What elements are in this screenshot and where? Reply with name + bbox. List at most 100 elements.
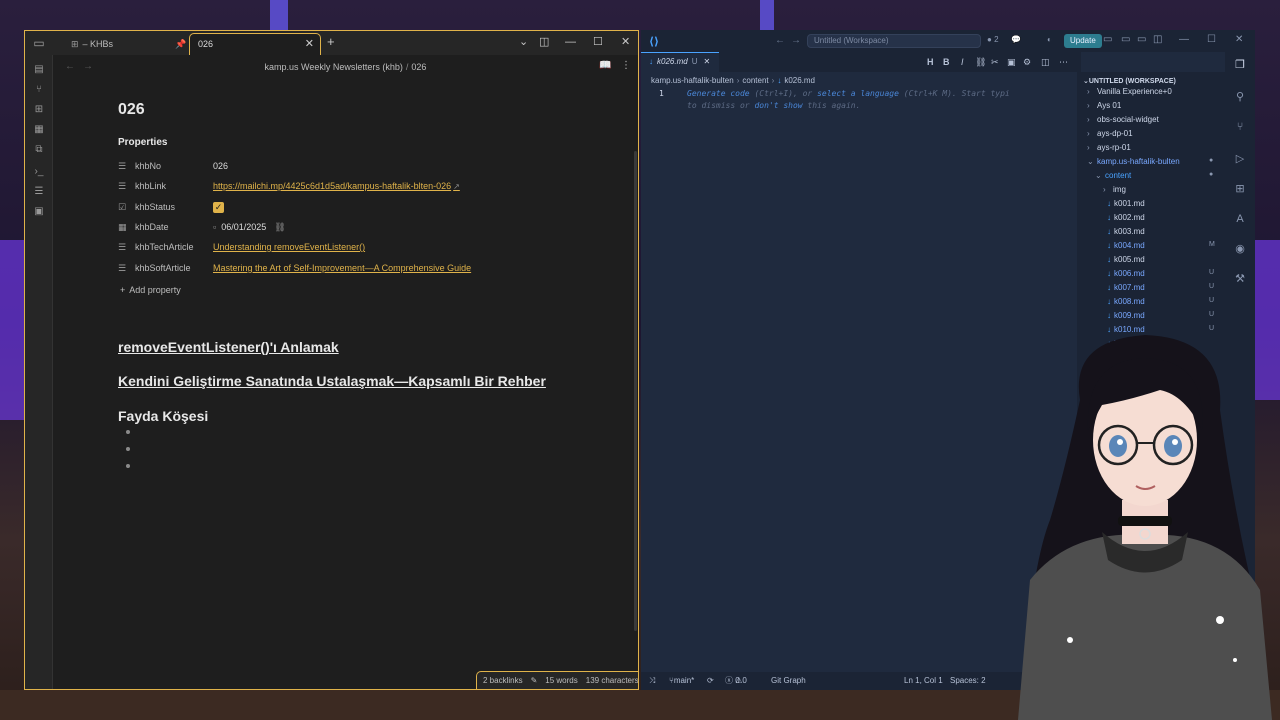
dont-show-link[interactable]: don't show: [754, 101, 802, 110]
minimize-icon[interactable]: —: [1179, 34, 1189, 45]
tools-icon[interactable]: ⚒: [1233, 272, 1247, 286]
close-tab-icon[interactable]: ✕: [703, 57, 710, 66]
property-row[interactable]: ☰ khbNo 026: [118, 159, 618, 175]
link-icon[interactable]: ⛓: [975, 57, 986, 68]
breadcrumb-file[interactable]: 026: [411, 62, 426, 72]
run-debug-icon[interactable]: ▷: [1233, 152, 1247, 166]
link-text[interactable]: https://mailchi.mp/4425c6d1d5ad/kampus-h…: [213, 181, 451, 191]
chat-icon[interactable]: 💬: [1011, 35, 1021, 44]
folder-icon[interactable]: ▣: [32, 205, 46, 219]
maximize-icon[interactable]: ☐: [1207, 34, 1216, 45]
heading-icon[interactable]: H: [927, 57, 934, 67]
tree-file[interactable]: ↓ k008.md: [1107, 297, 1145, 306]
layout-icon[interactable]: ▭: [1103, 34, 1112, 45]
notification-badge[interactable]: ● 2: [987, 35, 999, 44]
image-icon[interactable]: ▣: [1007, 57, 1016, 68]
settings-icon[interactable]: ⚙: [1023, 57, 1031, 68]
split-editor-icon[interactable]: ◫: [1041, 57, 1050, 68]
explorer-icon[interactable]: ❐: [1233, 58, 1247, 72]
grid-icon[interactable]: ⊞: [32, 103, 46, 117]
generate-code-link[interactable]: Generate code: [687, 89, 750, 98]
minimize-icon[interactable]: —: [565, 35, 576, 49]
tree-file[interactable]: ↓ k002.md: [1107, 213, 1145, 222]
list-bullet[interactable]: [126, 447, 130, 451]
note-title[interactable]: 026: [118, 101, 145, 119]
select-language-link[interactable]: select a language: [817, 89, 899, 98]
backlinks-count[interactable]: 2 backlinks: [483, 676, 523, 685]
heading-link[interactable]: Kendini Geliştirme Sanatında Ustalaşmak—…: [118, 373, 546, 389]
tree-file[interactable]: ↓ k001.md: [1107, 199, 1145, 208]
tree-folder-open[interactable]: ⌄ content: [1095, 171, 1131, 180]
list-bullet[interactable]: [126, 430, 130, 434]
property-row[interactable]: ☰ khbLink https://mailchi.mp/4425c6d1d5a…: [118, 179, 618, 195]
tree-file[interactable]: ↓ k006.md: [1107, 269, 1145, 278]
tree-folder[interactable]: › Ays 01: [1087, 101, 1121, 110]
add-property-button[interactable]: + Add property: [120, 285, 181, 295]
bold-icon[interactable]: B: [943, 57, 950, 67]
update-button[interactable]: Update: [1064, 34, 1102, 48]
more-actions-icon[interactable]: ⋯: [1059, 57, 1068, 68]
breadcrumb-item[interactable]: content: [742, 76, 768, 85]
copilot-icon[interactable]: ◉: [1233, 242, 1247, 256]
italic-icon[interactable]: I: [961, 57, 964, 67]
tab-k026[interactable]: ↓ k026.md U ✕: [641, 52, 719, 72]
tree-file[interactable]: ↓ k005.md: [1107, 255, 1145, 264]
back-icon[interactable]: ←: [775, 35, 785, 46]
layout-icon[interactable]: ▭: [1137, 34, 1146, 45]
forward-icon[interactable]: →: [791, 35, 801, 46]
date-value[interactable]: ▫ 06/01/2025 ⛓: [213, 222, 286, 233]
workspace-title[interactable]: ⌄UNTITLED (WORKSPACE): [1083, 77, 1176, 85]
heading[interactable]: Fayda Köşesi: [118, 408, 208, 424]
date-text[interactable]: 06/01/2025: [221, 222, 266, 232]
new-tab-icon[interactable]: +: [327, 35, 335, 49]
tree-folder[interactable]: › ays-rp-01: [1087, 143, 1131, 152]
terminal-icon[interactable]: ›_: [32, 165, 46, 179]
tree-folder[interactable]: › ays-dp-01: [1087, 129, 1133, 138]
extensions-icon[interactable]: ⊞: [1233, 182, 1247, 196]
heading-link[interactable]: removeEventListener()'ı Anlamak: [118, 339, 339, 355]
sync-icon[interactable]: ⟳: [707, 672, 714, 690]
list-icon[interactable]: ☰: [32, 185, 46, 199]
property-row[interactable]: ☑ khbStatus ✓: [118, 200, 618, 216]
edit-icon[interactable]: ✎: [531, 676, 538, 685]
graph-icon[interactable]: ⑂: [32, 83, 46, 97]
tab-khbs[interactable]: ⊞ – KHBs 📌: [63, 33, 191, 55]
reading-view-icon[interactable]: 📖: [599, 60, 611, 71]
copy-icon[interactable]: ⧉: [32, 143, 46, 157]
close-window-icon[interactable]: ✕: [621, 35, 630, 49]
cursor-position[interactable]: Ln 1, Col 1: [904, 672, 943, 690]
status-checkbox[interactable]: ✓: [213, 202, 224, 213]
breadcrumb-item[interactable]: kamp.us-haftalik-bulten: [651, 76, 734, 85]
property-row[interactable]: ☰ khbTechArticle Understanding removeEve…: [118, 240, 618, 256]
property-value[interactable]: 026: [213, 161, 228, 171]
tree-folder[interactable]: › img: [1103, 185, 1126, 194]
account-icon[interactable]: ◐: [1047, 35, 1052, 44]
property-link[interactable]: https://mailchi.mp/4425c6d1d5ad/kampus-h…: [213, 181, 460, 191]
remote-icon[interactable]: ⤨: [649, 672, 655, 690]
problems-indicator[interactable]: ⓧ 0 ⚠ 0: [725, 672, 747, 690]
property-row[interactable]: ☰ khbSoftArticle Mastering the Art of Se…: [118, 261, 618, 277]
breadcrumb-folder[interactable]: kamp.us Weekly Newsletters (khb): [265, 62, 403, 72]
file-icon[interactable]: ▤: [32, 63, 46, 77]
list-bullet[interactable]: [126, 464, 130, 468]
property-row[interactable]: ▦ khbDate ▫ 06/01/2025 ⛓: [118, 220, 618, 236]
command-center-search[interactable]: Untitled (Workspace): [807, 34, 981, 48]
cut-icon[interactable]: ✂: [991, 57, 999, 68]
sidebar-toggle-icon[interactable]: ▭: [31, 35, 47, 51]
tree-folder[interactable]: › obs-social-widget: [1087, 115, 1159, 124]
close-window-icon[interactable]: ✕: [1235, 34, 1243, 45]
search-icon[interactable]: ⚲: [1233, 90, 1247, 104]
scrollbar[interactable]: [634, 151, 637, 631]
font-icon[interactable]: A: [1233, 212, 1247, 226]
property-link[interactable]: Mastering the Art of Self-Improvement—A …: [213, 263, 471, 273]
source-control-icon[interactable]: ⑂: [1233, 120, 1247, 134]
maximize-icon[interactable]: ☐: [593, 35, 603, 49]
link-icon[interactable]: ⛓: [274, 222, 285, 232]
tree-folder-open[interactable]: ⌄ kamp.us-haftalik-bulten: [1087, 157, 1180, 166]
close-tab-icon[interactable]: ✕: [305, 34, 314, 54]
indentation[interactable]: Spaces: 2: [950, 672, 986, 690]
more-options-icon[interactable]: ⋮: [621, 60, 631, 71]
tree-folder[interactable]: › Vanilla Experience+0: [1087, 87, 1172, 96]
tree-file[interactable]: ↓ k003.md: [1107, 227, 1145, 236]
breadcrumb-item[interactable]: k026.md: [784, 76, 815, 85]
